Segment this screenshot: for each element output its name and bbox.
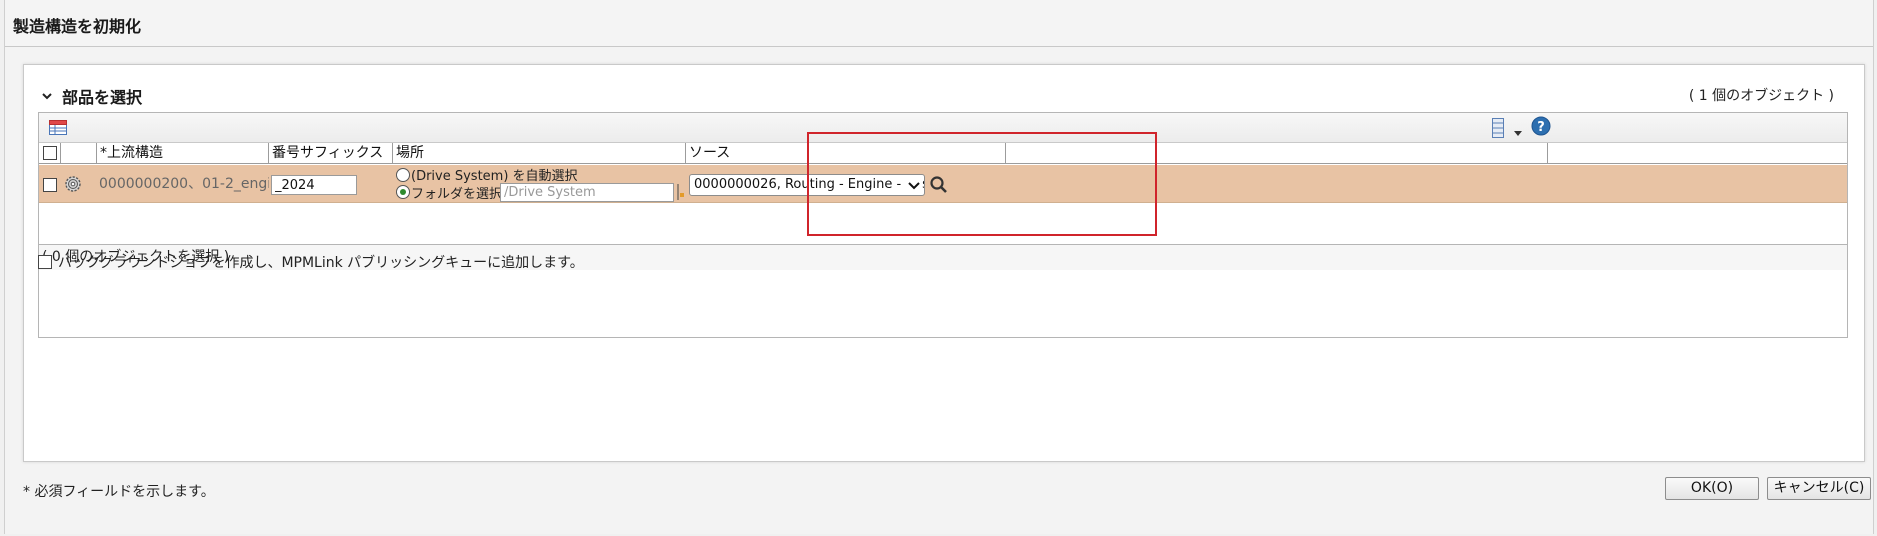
auto-select-label: (Drive System) を自動選択 bbox=[411, 169, 578, 184]
folder-path-input[interactable] bbox=[500, 183, 674, 202]
search-icon[interactable] bbox=[929, 175, 949, 199]
section-title: 部品を選択 bbox=[62, 88, 143, 107]
dropdown-icon[interactable] bbox=[1514, 125, 1522, 141]
header-suffix[interactable]: 番号サフィックス bbox=[269, 143, 393, 164]
section-header[interactable]: 部品を選択 bbox=[40, 85, 142, 107]
auto-select-radio[interactable] bbox=[396, 167, 410, 182]
location-cell: (Drive System) を自動選択 フォルダを選択 bbox=[396, 165, 686, 203]
parts-table: ? *上流構造 番号サフィックス 場所 ソース 0000000200、01-2_… bbox=[38, 112, 1848, 338]
cancel-button[interactable]: キャンセル(C) bbox=[1767, 477, 1871, 500]
folder-select-option[interactable]: フォルダを選択 bbox=[396, 183, 503, 202]
chevron-down-icon[interactable] bbox=[40, 89, 54, 103]
source-select[interactable]: 0000000026, Routing - Engine - Boston bbox=[689, 174, 925, 196]
svg-text:?: ? bbox=[1537, 120, 1545, 135]
background-job-checkbox[interactable] bbox=[38, 255, 52, 269]
folder-select-radio[interactable] bbox=[396, 185, 410, 199]
title-bar: 製造構造を初期化 bbox=[5, 0, 1873, 47]
select-parts-panel: 部品を選択 ( 1 個のオブジェクト ) ? *上流構造 番号サフィックス 場所… bbox=[23, 64, 1865, 462]
header-icon-col bbox=[61, 143, 97, 164]
table-toolbar: ? bbox=[39, 113, 1847, 143]
gear-icon bbox=[64, 165, 86, 203]
select-all-cell bbox=[39, 143, 61, 164]
header-upstream[interactable]: *上流構造 bbox=[97, 143, 269, 164]
object-count: ( 1 個のオブジェクト ) bbox=[1688, 88, 1834, 104]
background-job-option[interactable]: バックグラウンドジョブを作成し、MPMLink パブリッシングキューに追加します… bbox=[38, 252, 584, 272]
header-location[interactable]: 場所 bbox=[393, 143, 686, 164]
background-job-label: バックグラウンドジョブを作成し、MPMLink パブリッシングキューに追加します… bbox=[58, 255, 584, 271]
table-row[interactable]: 0000000200、01-2_engine.asm (Drive System… bbox=[39, 165, 1847, 203]
row-checkbox[interactable] bbox=[43, 178, 57, 192]
select-all-checkbox[interactable] bbox=[43, 146, 57, 160]
chevron-down-icon bbox=[906, 175, 922, 195]
upstream-structure: 0000000200、01-2_engine.asm bbox=[99, 176, 269, 192]
header-empty bbox=[1006, 143, 1548, 164]
dialog-title: 製造構造を初期化 bbox=[13, 17, 142, 36]
folder-select-label: フォルダを選択 bbox=[411, 186, 503, 202]
header-source[interactable]: ソース bbox=[686, 143, 1006, 164]
table-header: *上流構造 番号サフィックス 場所 ソース bbox=[39, 143, 1847, 164]
dialog-window: 製造構造を初期化 部品を選択 ( 1 個のオブジェクト ) ? *上流構造 番号… bbox=[4, 0, 1874, 534]
row-select-cell bbox=[43, 165, 61, 203]
suffix-input[interactable] bbox=[271, 175, 357, 195]
folder-browse-icon[interactable] bbox=[677, 183, 685, 201]
auto-select-option[interactable]: (Drive System) を自動選択 bbox=[396, 166, 578, 184]
required-field-note: * 必須フィールドを示します。 bbox=[23, 484, 215, 500]
table-add-icon[interactable] bbox=[49, 119, 67, 139]
source-select-value: 0000000026, Routing - Engine - Boston bbox=[694, 177, 925, 192]
column-layout-icon[interactable] bbox=[1492, 118, 1504, 142]
help-icon[interactable]: ? bbox=[1531, 116, 1551, 140]
ok-button[interactable]: OK(O) bbox=[1665, 477, 1759, 500]
